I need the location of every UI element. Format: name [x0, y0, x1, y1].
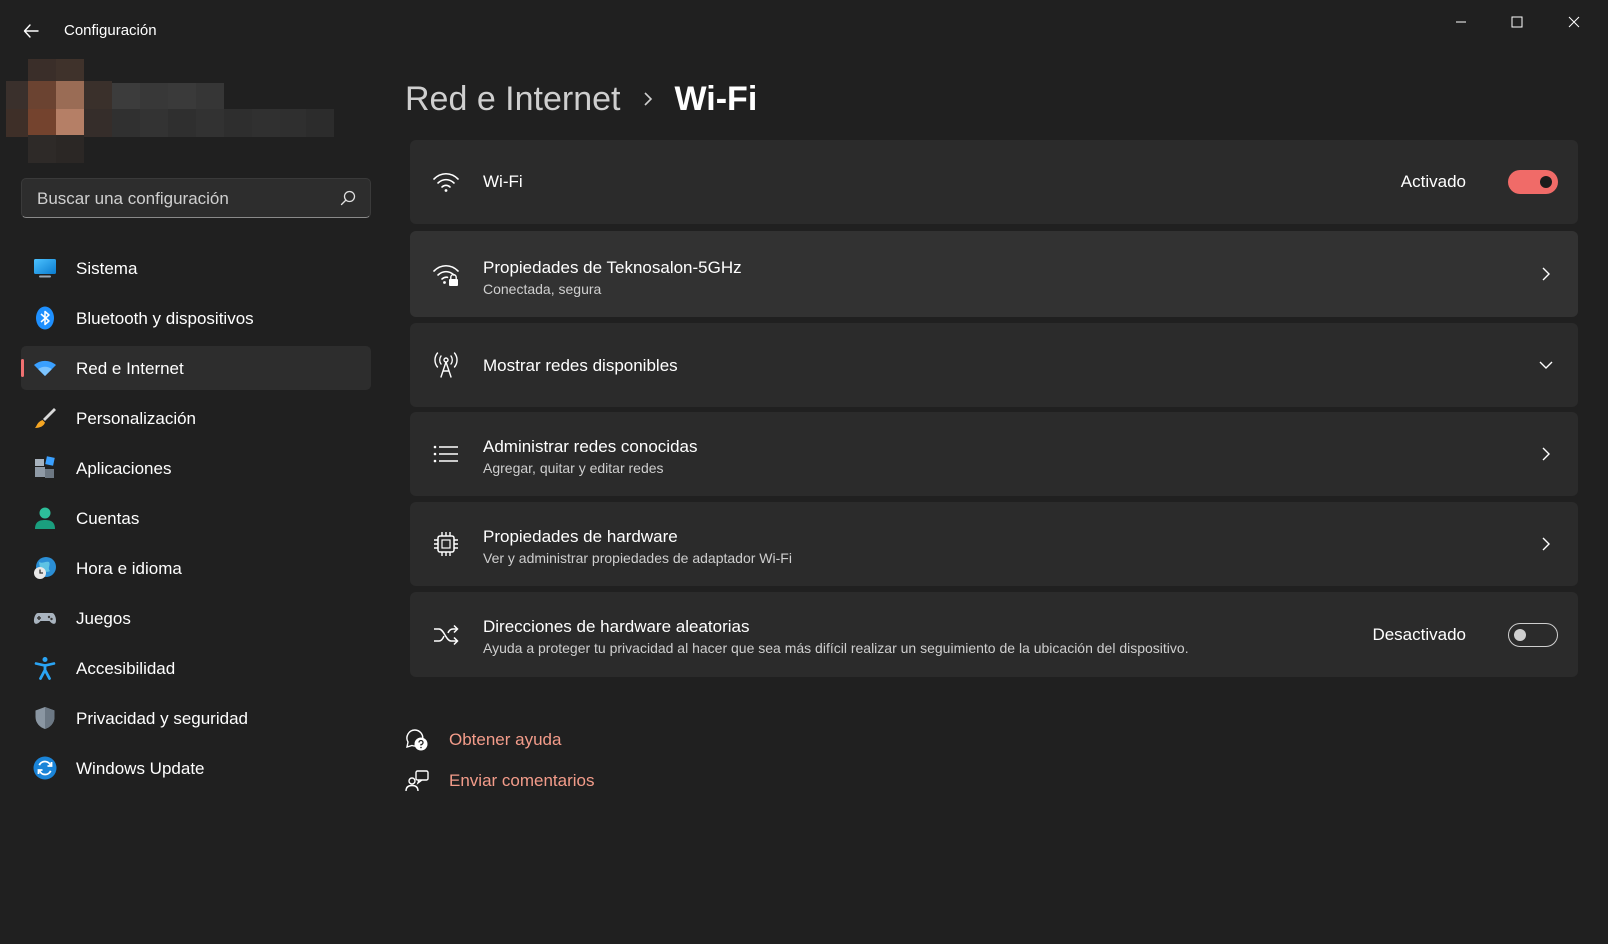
wifi-lock-icon	[433, 264, 459, 286]
bluetooth-icon	[36, 306, 54, 330]
sidebar-item-label: Aplicaciones	[76, 459, 172, 478]
sidebar-item-sistema[interactable]: Sistema	[21, 246, 371, 290]
sidebar-item-hora-e-idioma[interactable]: Hora e idioma	[21, 546, 371, 590]
wifi-toggle[interactable]	[1508, 170, 1558, 194]
app-title: Configuración	[64, 22, 157, 39]
sidebar-item-label: Hora e idioma	[76, 559, 182, 578]
get-help-link[interactable]: Obtener ayuda	[449, 730, 561, 750]
search-box[interactable]	[21, 178, 371, 219]
known-networks-card[interactable]: Administrar redes conocidas Agregar, qui…	[410, 412, 1578, 496]
chevron-right-icon	[1542, 267, 1550, 281]
sidebar-item-label: Sistema	[76, 259, 138, 278]
wifi-state-label: Activado	[1400, 172, 1466, 191]
maximize-button[interactable]	[1494, 6, 1540, 38]
chip-icon	[434, 532, 458, 556]
sidebar-item-aplicaciones[interactable]: Aplicaciones	[21, 446, 371, 490]
sidebar-item-personalizacion[interactable]: Personalización	[21, 396, 371, 440]
sidebar-item-label: Bluetooth y dispositivos	[76, 309, 254, 328]
search-icon[interactable]	[340, 190, 356, 206]
random-hardware-addresses-card: Direcciones de hardware aleatorias Ayuda…	[410, 592, 1578, 677]
wifi-title: Wi-Fi	[483, 172, 523, 191]
maximize-icon	[1511, 16, 1523, 28]
known-networks-title: Administrar redes conocidas	[483, 437, 698, 456]
sidebar-item-label: Windows Update	[76, 759, 205, 778]
sidebar-item-red-e-internet[interactable]: Red e Internet	[21, 346, 371, 390]
wifi-icon	[34, 360, 56, 376]
update-icon	[33, 756, 57, 780]
sidebar-item-bluetooth[interactable]: Bluetooth y dispositivos	[21, 296, 371, 340]
hardware-properties-title: Propiedades de hardware	[483, 527, 678, 546]
help-chat-icon	[406, 729, 428, 751]
network-properties-card[interactable]: Propiedades de Teknosalon-5GHz Conectada…	[410, 231, 1578, 317]
network-properties-title: Propiedades de Teknosalon-5GHz	[483, 258, 742, 277]
wifi-signal-icon	[433, 172, 459, 192]
sidebar-item-cuentas[interactable]: Cuentas	[21, 496, 371, 540]
paintbrush-icon	[35, 408, 56, 428]
network-properties-subtitle: Conectada, segura	[483, 281, 602, 297]
breadcrumb-parent-link[interactable]: Red e Internet	[405, 80, 620, 119]
sidebar-item-juegos[interactable]: Juegos	[21, 596, 371, 640]
send-feedback-row[interactable]: Enviar comentarios	[405, 766, 595, 796]
chevron-down-icon[interactable]	[1538, 357, 1554, 373]
apps-icon	[35, 456, 55, 478]
sidebar-item-label: Personalización	[76, 409, 197, 428]
hardware-properties-card[interactable]: Propiedades de hardware Ver y administra…	[410, 502, 1578, 586]
close-window-button[interactable]	[1551, 6, 1597, 38]
send-feedback-link[interactable]: Enviar comentarios	[449, 771, 595, 791]
feedback-icon	[405, 770, 429, 792]
minimize-icon	[1456, 21, 1466, 23]
back-button[interactable]	[18, 18, 44, 44]
page-title: Wi-Fi	[674, 79, 758, 118]
available-networks-card[interactable]: Mostrar redes disponibles	[410, 323, 1578, 407]
known-networks-subtitle: Agregar, quitar y editar redes	[483, 460, 664, 476]
available-networks-title: Mostrar redes disponibles	[483, 356, 678, 375]
chevron-right-icon	[1542, 537, 1550, 551]
breadcrumb: Red e Internet Wi-Fi	[405, 74, 757, 124]
get-help-row[interactable]: Obtener ayuda	[405, 725, 561, 755]
random-addresses-title: Direcciones de hardware aleatorias	[483, 617, 750, 636]
sidebar-item-label: Privacidad y seguridad	[76, 709, 248, 728]
sidebar-item-label: Accesibilidad	[76, 659, 176, 678]
chevron-right-icon	[1542, 447, 1550, 461]
sidebar-item-label: Juegos	[76, 609, 131, 628]
shield-icon	[35, 707, 55, 729]
sidebar-nav: Sistema Bluetooth y dispositivos Red e I…	[21, 246, 371, 796]
search-input[interactable]	[35, 179, 339, 219]
antenna-icon	[434, 352, 458, 378]
close-icon	[1568, 16, 1580, 28]
sidebar-item-privacidad-y-seguridad[interactable]: Privacidad y seguridad	[21, 696, 371, 740]
breadcrumb-separator-icon	[642, 91, 654, 107]
sidebar-item-windows-update[interactable]: Windows Update	[21, 746, 371, 790]
minimize-button[interactable]	[1438, 6, 1484, 38]
random-addresses-subtitle: Ayuda a proteger tu privacidad al hacer …	[483, 640, 1189, 656]
shuffle-icon	[434, 624, 459, 646]
random-addresses-toggle[interactable]	[1508, 623, 1558, 647]
wifi-setting-card: Wi-Fi Activado	[410, 140, 1578, 224]
sidebar-item-accesibilidad[interactable]: Accesibilidad	[21, 646, 371, 690]
sidebar-item-label: Cuentas	[76, 509, 140, 528]
accessibility-icon	[34, 657, 56, 680]
back-arrow-icon	[23, 24, 39, 38]
list-icon	[433, 445, 458, 463]
user-profile-avatar	[6, 59, 342, 163]
gamepad-icon	[33, 613, 57, 624]
random-addresses-state-label: Desactivado	[1372, 625, 1466, 644]
sidebar-item-label: Red e Internet	[76, 359, 184, 378]
title-bar: Configuración	[0, 0, 1608, 62]
hardware-properties-subtitle: Ver y administrar propiedades de adaptad…	[483, 550, 792, 566]
globe-clock-icon	[34, 557, 56, 579]
person-icon	[35, 507, 55, 529]
monitor-icon	[34, 259, 56, 278]
